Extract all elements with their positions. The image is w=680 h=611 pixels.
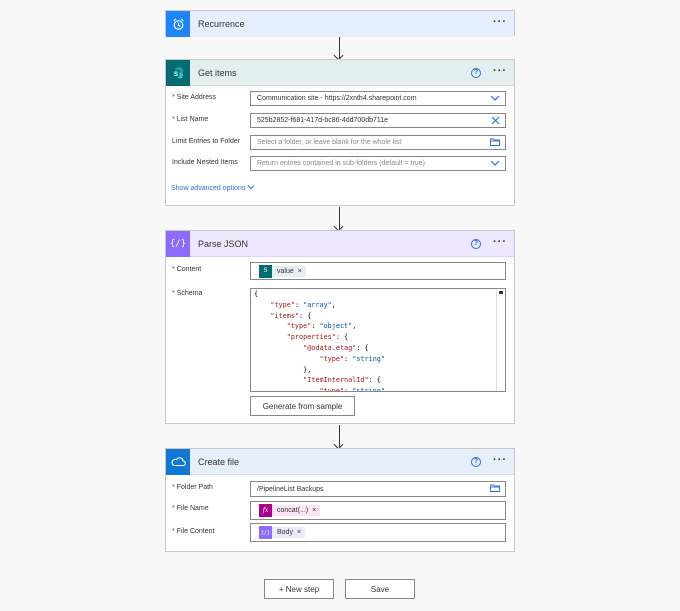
nested-items-dropdown[interactable]: Return entries contained in sub-folders … xyxy=(250,156,506,171)
clear-icon[interactable] xyxy=(491,116,500,127)
more-options-icon[interactable]: ··· xyxy=(493,65,507,77)
file-name-label: * File Name xyxy=(172,505,209,512)
file-name-field[interactable]: fx concat(...) × xyxy=(250,501,506,520)
new-step-button[interactable]: + New step xyxy=(264,579,334,599)
card-title: Get items xyxy=(198,67,237,78)
parse-json-icon: {/} xyxy=(166,230,190,257)
help-icon[interactable]: ? xyxy=(471,239,481,249)
folder-icon[interactable] xyxy=(490,484,500,494)
sharepoint-icon: S xyxy=(259,264,272,278)
card-title: Create file xyxy=(198,456,240,467)
card-title: Recurrence xyxy=(198,19,245,29)
more-options-icon[interactable]: ··· xyxy=(493,454,507,466)
help-icon[interactable]: ? xyxy=(471,457,481,467)
chevron-down-icon[interactable] xyxy=(490,94,500,104)
limit-folder-field[interactable]: Select a folder, or leave blank for the … xyxy=(250,135,506,150)
chevron-down-icon xyxy=(247,185,255,190)
expression-token[interactable]: fx concat(...) × xyxy=(259,504,321,517)
value-token[interactable]: S value × xyxy=(259,264,306,278)
folder-path-label: * Folder Path xyxy=(172,484,213,491)
more-options-icon[interactable]: ··· xyxy=(493,236,507,248)
parse-json-card: {/} Parse JSON ? ··· * Content S value × … xyxy=(165,230,515,424)
limit-folder-label: Limit Entries to Folder xyxy=(172,138,241,145)
content-field[interactable]: S value × xyxy=(250,262,506,280)
list-name-label: * List Name xyxy=(172,116,209,123)
generate-from-sample-button[interactable]: Generate from sample xyxy=(250,396,355,416)
schema-label: * Schema xyxy=(172,290,203,297)
folder-path-field[interactable]: /PipelineList Backups xyxy=(250,481,506,497)
svg-text:S: S xyxy=(174,71,178,77)
onedrive-icon xyxy=(166,448,190,475)
function-icon: fx xyxy=(259,504,272,517)
sharepoint-icon: S xyxy=(166,59,190,86)
more-options-icon[interactable]: ··· xyxy=(493,16,507,28)
card-title: Parse JSON xyxy=(198,238,249,249)
body-token[interactable]: {/} Body × xyxy=(259,526,306,539)
file-content-label: * File Content xyxy=(172,528,215,535)
help-icon[interactable]: ? xyxy=(471,68,481,78)
list-name-field[interactable]: 525b2852-f681-417d-bc86-4dd700db711e xyxy=(250,113,506,128)
site-address-label: * Site Address xyxy=(172,94,217,101)
show-advanced-options-link[interactable]: Show advanced options xyxy=(171,184,255,192)
schema-code[interactable]: { "type": "array", "items": { "type": "o… xyxy=(251,289,505,391)
folder-icon[interactable] xyxy=(490,138,500,148)
recurrence-card[interactable]: Recurrence ··· xyxy=(165,10,515,37)
remove-token-icon[interactable]: × xyxy=(298,268,302,275)
alarm-clock-icon xyxy=(166,11,190,37)
flow-arrow xyxy=(339,425,340,447)
get-items-card: S Get items ? ··· * Site Address Communic… xyxy=(165,59,515,206)
content-label: * Content xyxy=(172,266,202,273)
nested-items-label: Include Nested Items xyxy=(172,159,238,166)
file-content-field[interactable]: {/} Body × xyxy=(250,523,506,542)
remove-token-icon[interactable]: × xyxy=(297,529,301,536)
remove-token-icon[interactable]: × xyxy=(312,507,316,514)
create-file-card: Create file ? ··· * Folder Path /Pipeline… xyxy=(165,448,515,552)
save-button[interactable]: Save xyxy=(345,579,415,599)
parse-json-icon: {/} xyxy=(259,526,272,539)
flow-arrow xyxy=(339,207,340,229)
site-address-dropdown[interactable]: Communication site - https://2xnth4.shar… xyxy=(250,91,506,106)
schema-editor[interactable]: { "type": "array", "items": { "type": "o… xyxy=(250,288,506,392)
scrollbar[interactable] xyxy=(496,289,505,391)
flow-arrow xyxy=(339,37,340,58)
chevron-down-icon[interactable] xyxy=(490,159,500,169)
